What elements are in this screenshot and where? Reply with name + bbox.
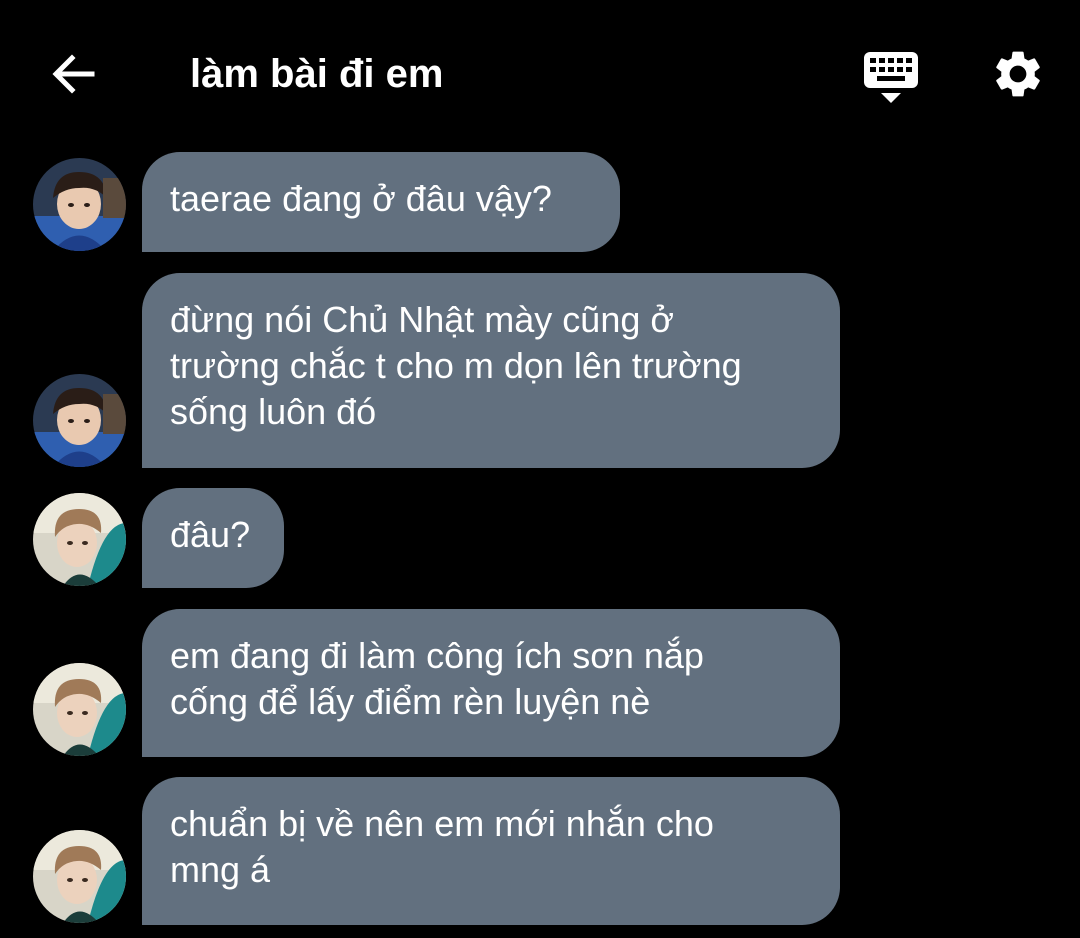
message-bubble[interactable]: đừng nói Chủ Nhật mày cũng ở trường chắc… xyxy=(142,273,840,468)
avatar[interactable] xyxy=(33,158,126,251)
back-button[interactable] xyxy=(48,48,100,100)
chat-header: làm bài đi em xyxy=(0,0,1080,150)
chat-title: làm bài đi em xyxy=(190,52,444,96)
message-row: chuẩn bị về nên em mới nhắn cho mng á xyxy=(0,777,1080,927)
message-row: đâu? xyxy=(0,488,1080,590)
arrow-left-icon xyxy=(52,54,95,94)
message-row: taerae đang ở đâu vậy? xyxy=(0,152,1080,254)
avatar[interactable] xyxy=(33,830,126,923)
gear-icon xyxy=(996,51,1040,97)
keyboard-button[interactable] xyxy=(862,48,920,106)
avatar[interactable] xyxy=(33,493,126,586)
message-row: đừng nói Chủ Nhật mày cũng ở trường chắc… xyxy=(0,273,1080,469)
keyboard-icon xyxy=(864,52,918,103)
avatar[interactable] xyxy=(33,663,126,756)
avatar[interactable] xyxy=(33,374,126,467)
settings-button[interactable] xyxy=(990,46,1046,102)
message-bubble[interactable]: em đang đi làm công ích sơn nắp cống để … xyxy=(142,609,840,757)
message-bubble[interactable]: chuẩn bị về nên em mới nhắn cho mng á xyxy=(142,777,840,925)
message-row: em đang đi làm công ích sơn nắp cống để … xyxy=(0,609,1080,759)
message-bubble[interactable]: taerae đang ở đâu vậy? xyxy=(142,152,620,252)
message-bubble[interactable]: đâu? xyxy=(142,488,284,588)
